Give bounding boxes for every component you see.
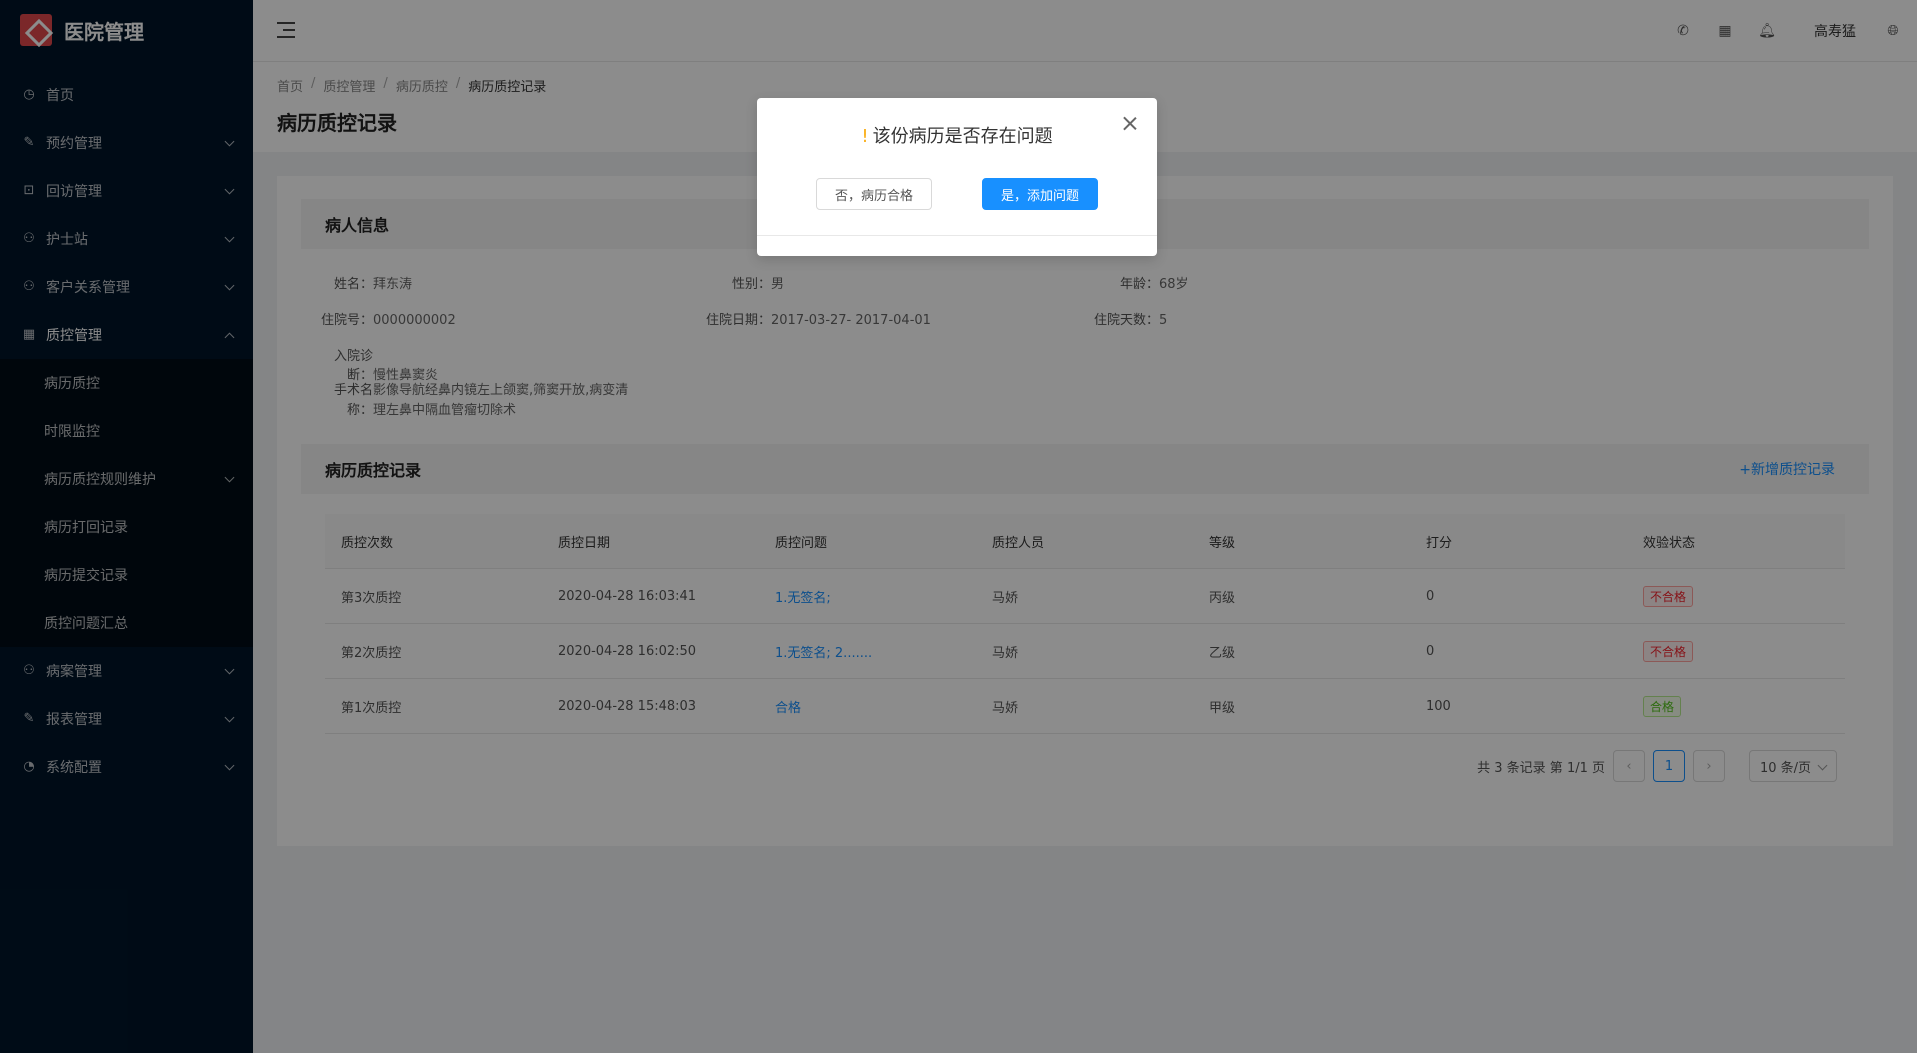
no-qualified-button[interactable]: 否，病历合格 <box>816 178 932 210</box>
warning-icon: ! <box>861 126 869 147</box>
modal-divider <box>757 235 1157 236</box>
modal-title-text: 该份病历是否存在问题 <box>872 126 1053 147</box>
confirm-modal: ! 该份病历是否存在问题 否，病历合格 是，添加问题 <box>757 98 1157 256</box>
close-icon[interactable] <box>1123 116 1137 130</box>
modal-title: ! 该份病历是否存在问题 <box>757 122 1157 148</box>
yes-add-issue-button[interactable]: 是，添加问题 <box>982 178 1098 210</box>
